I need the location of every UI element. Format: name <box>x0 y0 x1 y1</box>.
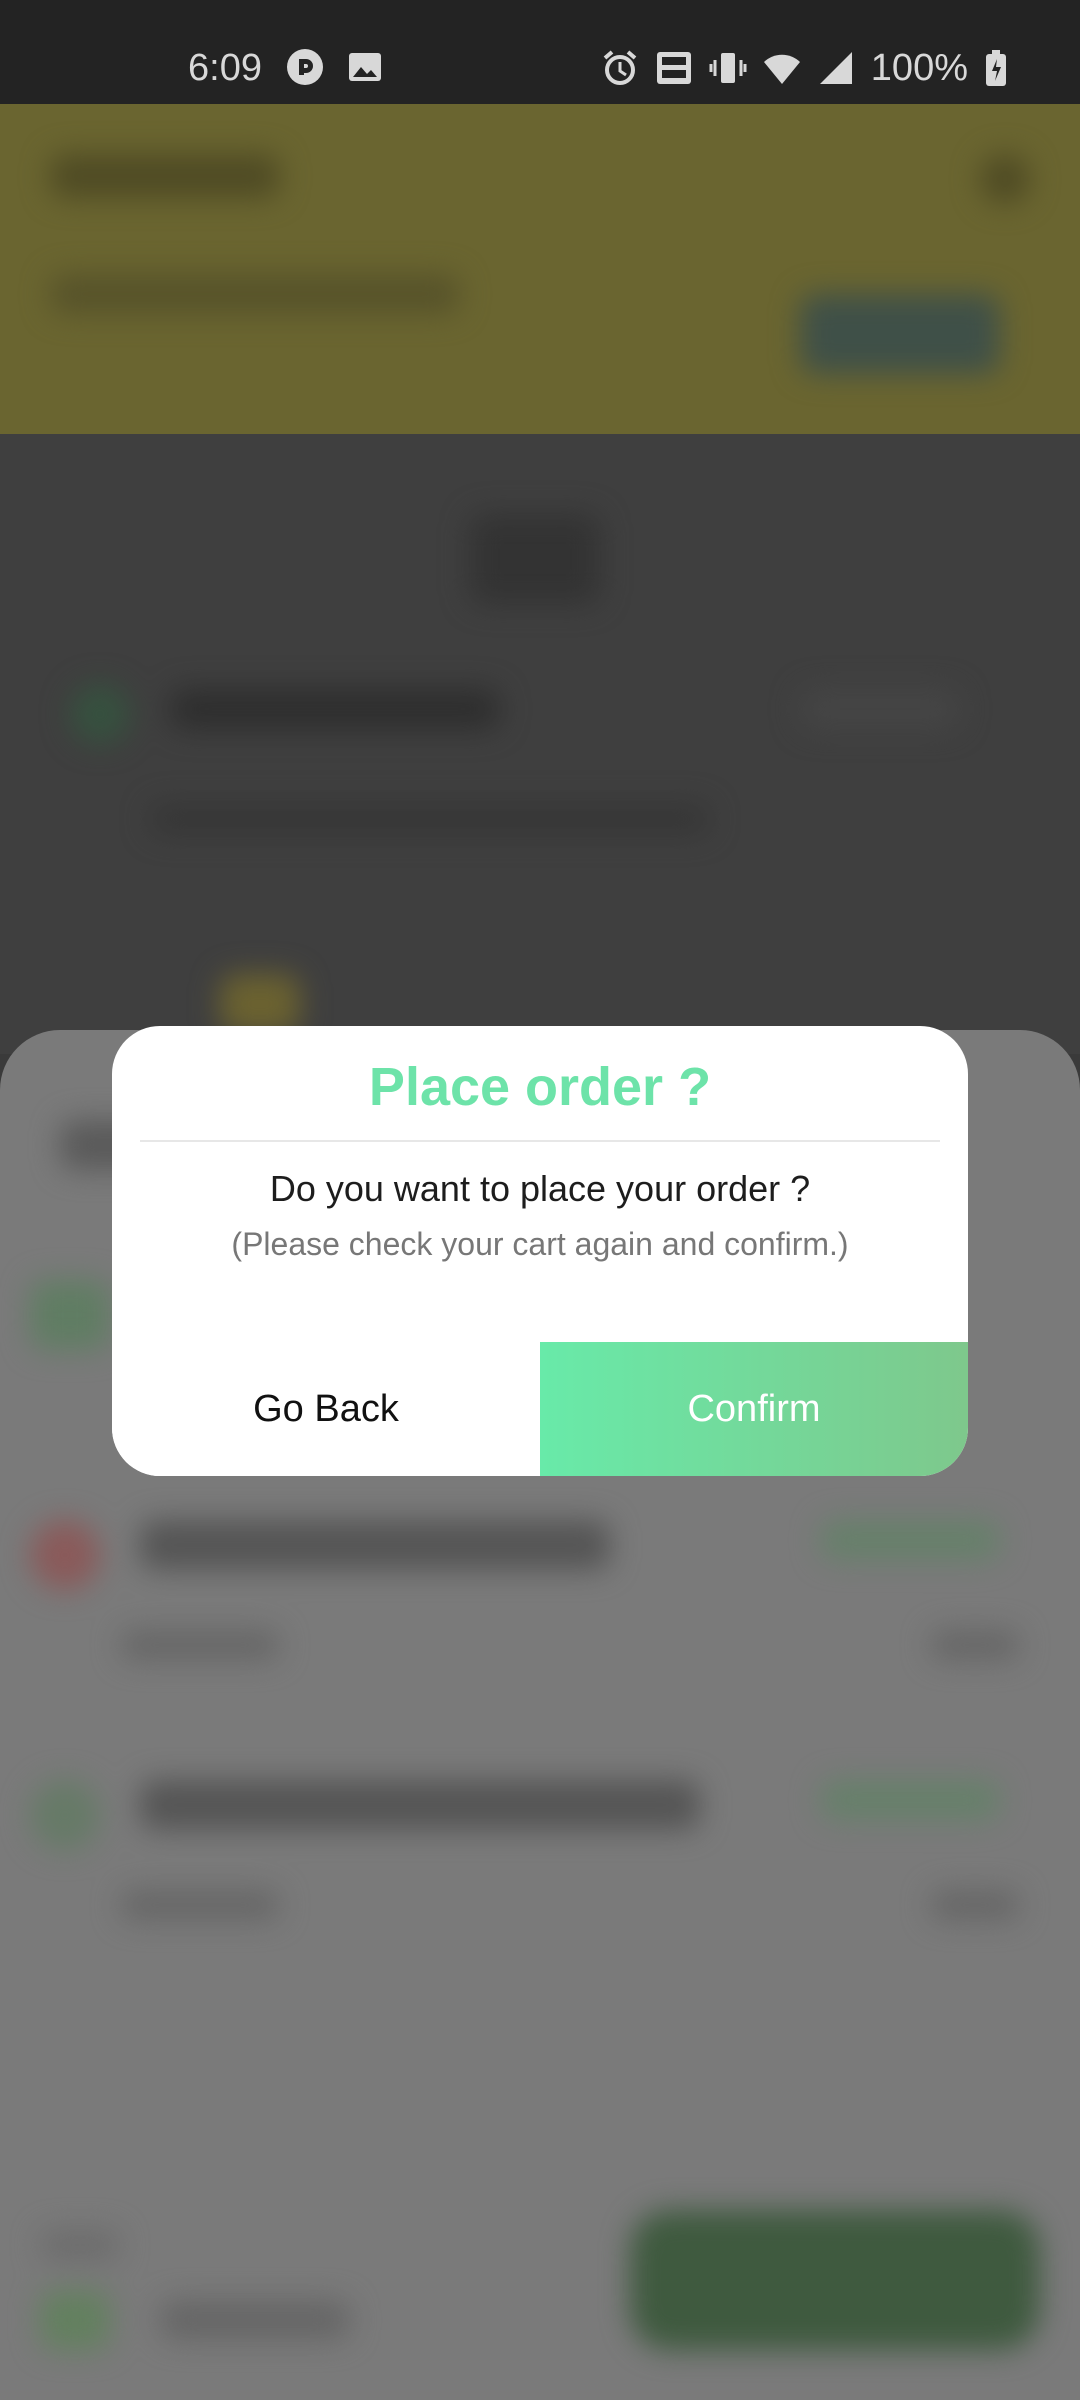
background-content <box>0 434 1080 1054</box>
signal-icon <box>817 49 855 87</box>
image-icon <box>346 48 384 86</box>
vibrate-icon <box>709 49 747 87</box>
dialog-divider <box>140 1140 940 1142</box>
confirm-button[interactable]: Confirm <box>540 1342 968 1476</box>
go-back-button[interactable]: Go Back <box>112 1342 540 1476</box>
background-header <box>0 104 1080 434</box>
battery-icon <box>984 49 1022 87</box>
battery-percent: 100% <box>870 47 968 89</box>
dialog-title: Place order ? <box>368 1057 712 1117</box>
status-bar: 6:09 100% <box>0 0 1080 104</box>
dialog-message: Do you want to place your order ? <box>269 1168 811 1209</box>
alarm-icon <box>601 49 639 87</box>
dialog-submessage: (Please check your cart again and confir… <box>231 1226 849 1262</box>
wifi-icon <box>763 49 801 87</box>
status-time: 6:09 <box>188 47 262 89</box>
volte-icon <box>655 49 693 87</box>
place-order-dialog: Place order ? Do you want to place your … <box>112 1026 968 1476</box>
messenger-icon <box>286 48 324 86</box>
